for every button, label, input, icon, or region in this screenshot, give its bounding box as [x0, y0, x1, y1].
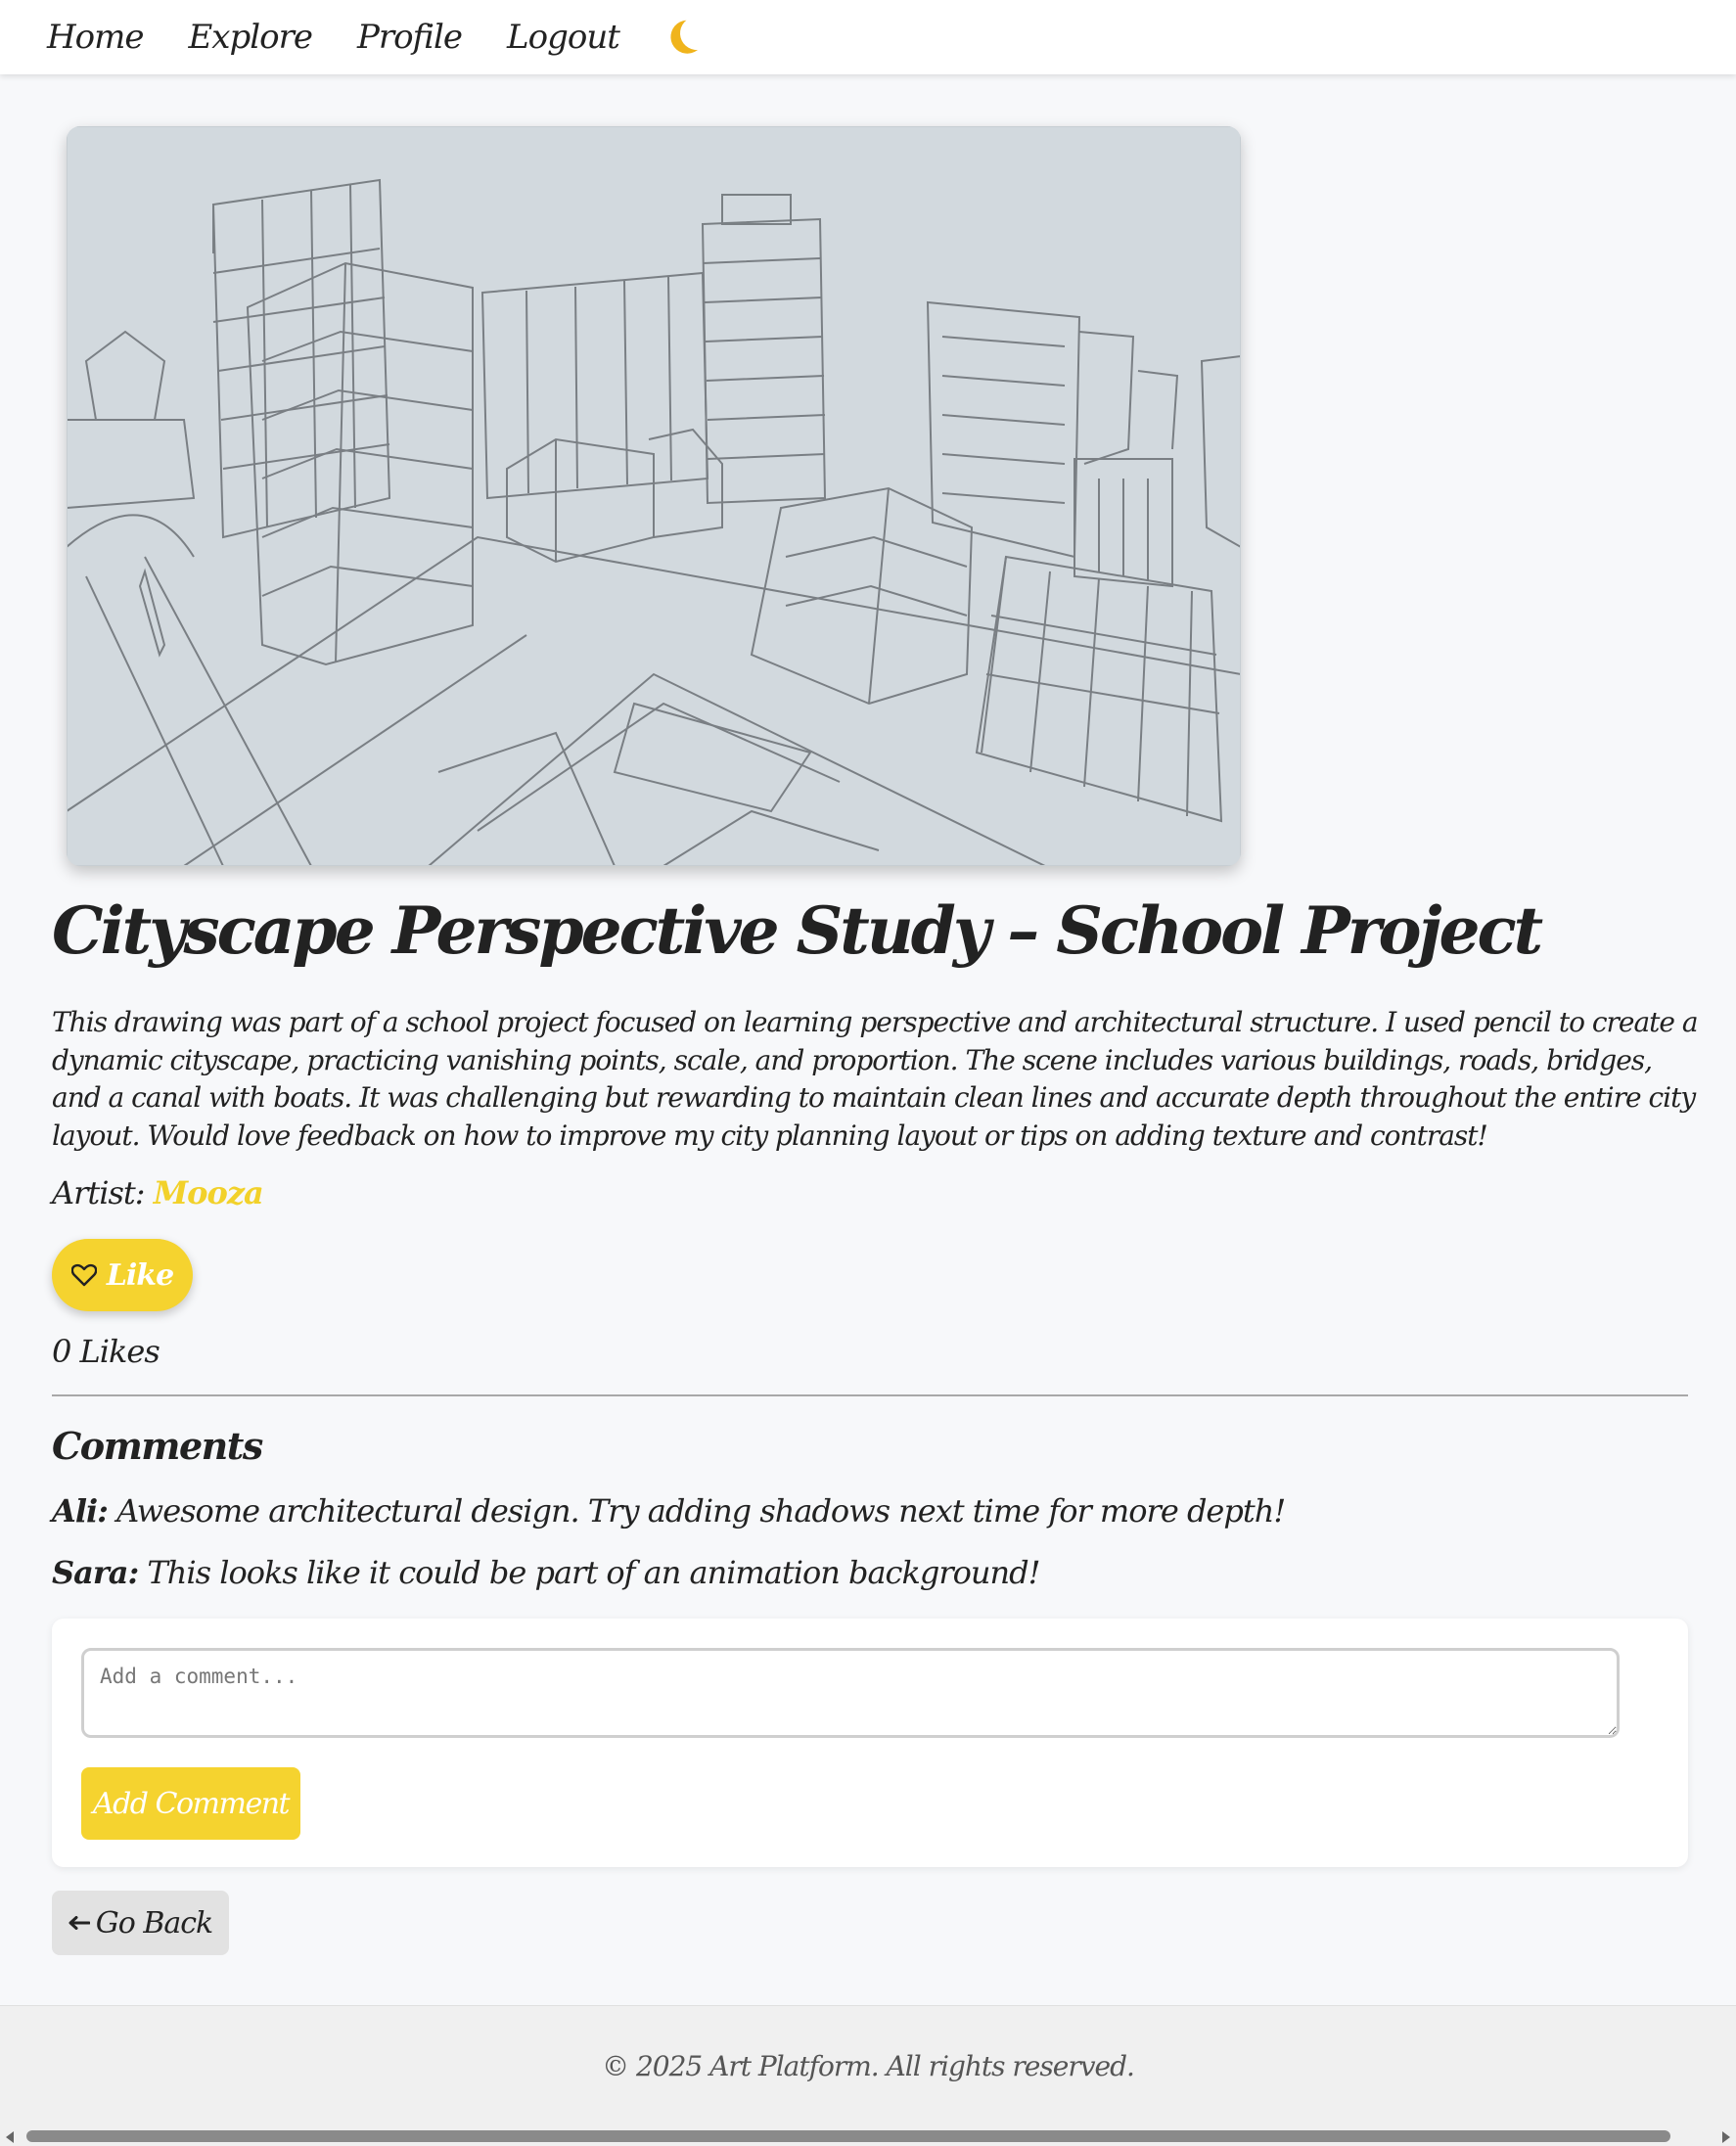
artwork-image — [67, 126, 1241, 866]
add-comment-button[interactable]: Add Comment — [81, 1767, 300, 1840]
comment-item: Ali: Awesome architectural design. Try a… — [52, 1492, 1286, 1530]
comment-author: Sara: — [52, 1554, 139, 1591]
footer: © 2025 Art Platform. All rights reserved… — [0, 2005, 1736, 2126]
like-button[interactable]: Like — [52, 1239, 193, 1311]
footer-copyright: © 2025 Art Platform. All rights reserved… — [602, 2050, 1135, 2082]
horizontal-scrollbar[interactable] — [0, 2126, 1736, 2146]
nav-home-link[interactable]: Home — [47, 18, 144, 57]
comment-form-card: Add Comment — [52, 1619, 1688, 1867]
scroll-right-icon[interactable] — [1722, 2131, 1730, 2143]
artwork-description: This drawing was part of a school projec… — [52, 1006, 1699, 1152]
comment-item: Sara: This looks like it could be part o… — [52, 1554, 1040, 1591]
heart-icon — [70, 1263, 97, 1287]
like-button-label: Like — [106, 1257, 174, 1293]
comments-heading: Comments — [52, 1424, 263, 1468]
divider — [52, 1394, 1688, 1396]
nav-profile-link[interactable]: Profile — [357, 18, 463, 57]
nav-explore-link[interactable]: Explore — [188, 18, 312, 57]
artwork-title: Cityscape Perspective Study – School Pro… — [52, 892, 1543, 969]
likes-count: 0 Likes — [52, 1333, 160, 1370]
artist-label: Artist: — [52, 1174, 146, 1211]
comment-text: This looks like it could be part of an a… — [147, 1554, 1040, 1591]
scroll-left-icon[interactable] — [6, 2131, 14, 2143]
go-back-label: Go Back — [95, 1905, 213, 1941]
comment-author: Ali: — [52, 1492, 109, 1530]
nav-logout-link[interactable]: Logout — [507, 18, 620, 57]
scrollbar-thumb[interactable] — [26, 2130, 1670, 2142]
top-navbar: Home Explore Profile Logout — [0, 0, 1736, 74]
moon-icon[interactable] — [678, 15, 715, 52]
artist-name-link[interactable]: Mooza — [154, 1174, 264, 1211]
left-arrow-icon — [69, 1916, 90, 1930]
comment-input[interactable] — [81, 1648, 1620, 1738]
artist-line: Artist: Mooza — [52, 1174, 264, 1211]
go-back-button[interactable]: Go Back — [52, 1891, 229, 1955]
comment-text: Awesome architectural design. Try adding… — [116, 1492, 1286, 1530]
